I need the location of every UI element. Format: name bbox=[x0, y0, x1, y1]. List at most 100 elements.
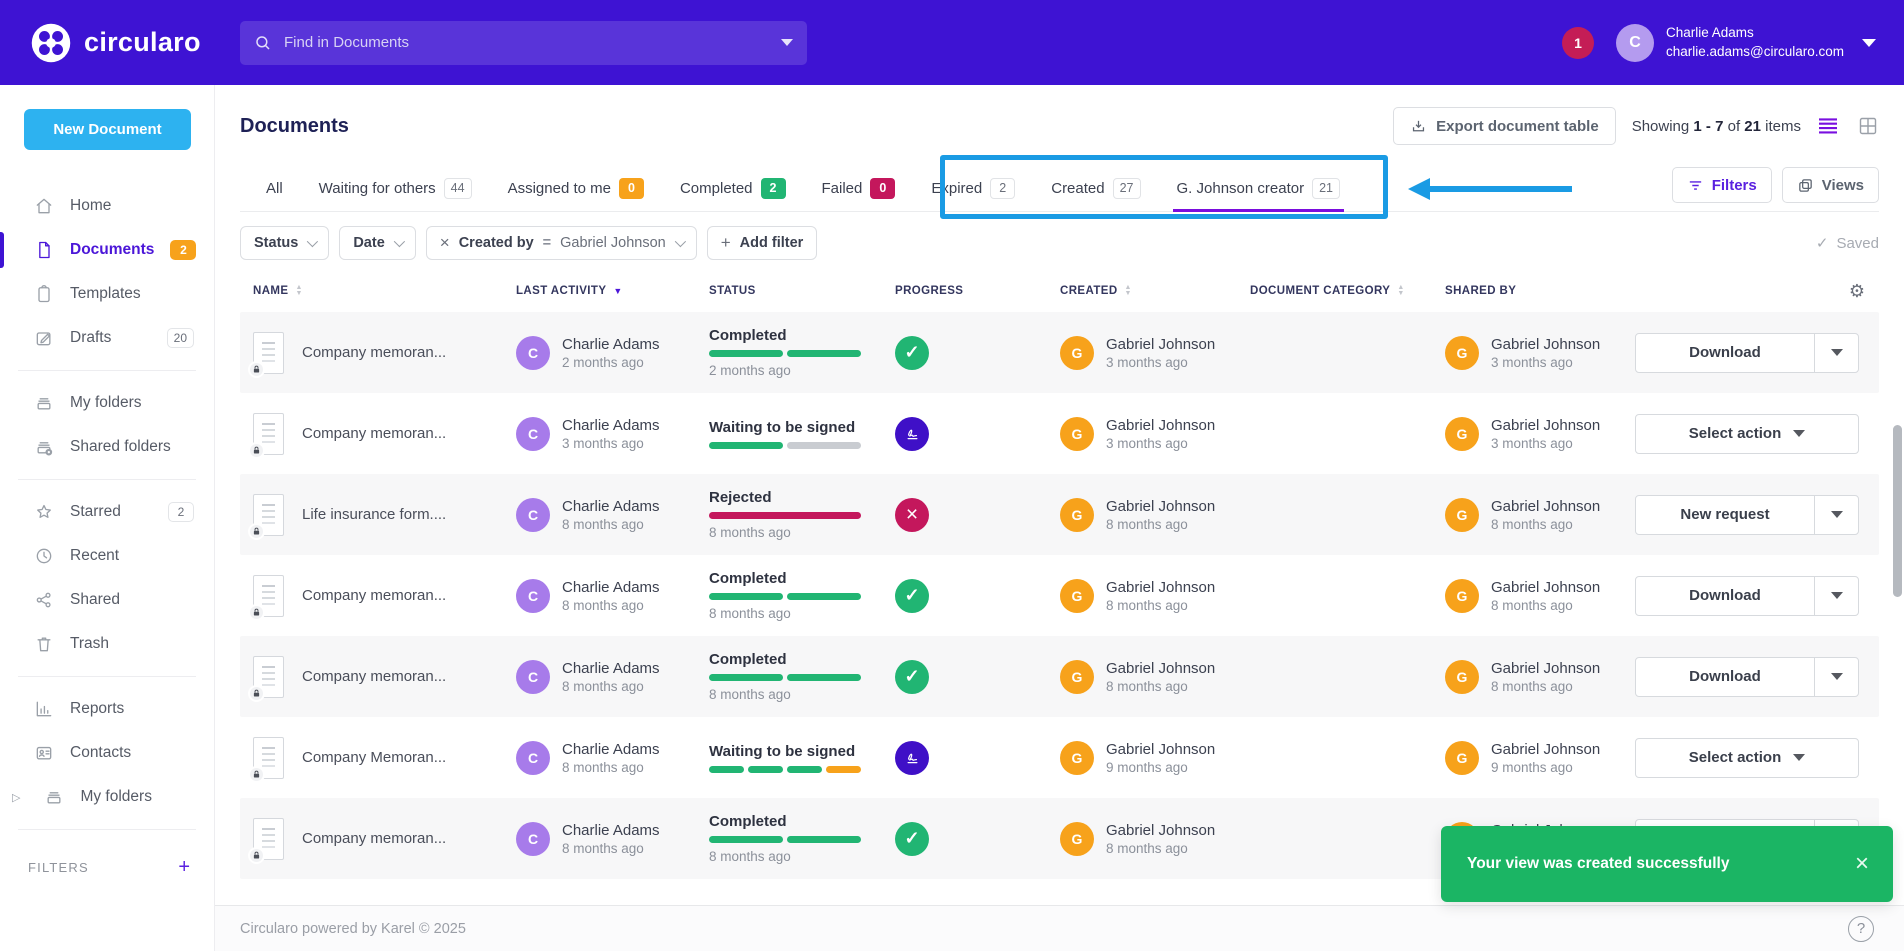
sort-icon[interactable]: ▼ bbox=[613, 286, 622, 296]
document-name[interactable]: Company memoran... bbox=[302, 425, 446, 442]
sidebar-item-trash[interactable]: ▷ Trash bbox=[0, 622, 214, 666]
table-row[interactable]: Company memoran... C Charlie Adams 2 mon… bbox=[240, 312, 1879, 393]
circularo-logo-icon bbox=[30, 22, 72, 64]
tab-assigned-to-me[interactable]: Assigned to me 0 bbox=[508, 165, 644, 211]
action-dropdown-caret-icon[interactable] bbox=[1793, 754, 1805, 761]
action-button[interactable]: Download bbox=[1635, 576, 1859, 616]
brand[interactable]: circularo bbox=[0, 22, 215, 64]
sort-icon[interactable]: ▲▼ bbox=[295, 285, 302, 297]
document-name[interactable]: Life insurance form.... bbox=[302, 506, 446, 523]
table-row[interactable]: Company memoran... C Charlie Adams 8 mon… bbox=[240, 555, 1879, 636]
sidebar-item-label: Shared bbox=[70, 591, 194, 609]
expand-chevron-icon[interactable]: ▷ bbox=[12, 791, 20, 804]
action-button[interactable]: Select action bbox=[1635, 414, 1859, 454]
shared-by-cell: G Gabriel Johnson 8 months ago bbox=[1432, 660, 1622, 694]
sidebar-item-starred[interactable]: ▷ Starred 2 bbox=[0, 490, 214, 534]
sort-icon[interactable]: ▲▼ bbox=[1397, 285, 1404, 297]
add-filter-button[interactable]: + Add filter bbox=[707, 226, 818, 260]
tab-waiting-for-others[interactable]: Waiting for others 44 bbox=[319, 165, 472, 211]
list-view-icon[interactable] bbox=[1817, 115, 1839, 137]
help-button[interactable]: ? bbox=[1848, 916, 1874, 942]
sort-icon[interactable]: ▲▼ bbox=[1125, 285, 1132, 297]
remove-filter-icon[interactable]: × bbox=[440, 233, 450, 253]
column-header-name[interactable]: NAME ▲▼ bbox=[240, 285, 503, 297]
sidebar-item-drafts[interactable]: ▷ Drafts 20 bbox=[0, 316, 214, 360]
sidebar-item-my-folders[interactable]: ▷ My folders bbox=[0, 381, 214, 425]
folder-icon bbox=[34, 393, 54, 413]
tab-g-johnson-creator[interactable]: G. Johnson creator 21 bbox=[1177, 165, 1340, 211]
export-document-table-button[interactable]: Export document table bbox=[1393, 107, 1616, 145]
action-dropdown-caret-icon[interactable] bbox=[1831, 673, 1843, 680]
sidebar-item-label: Shared folders bbox=[70, 438, 194, 456]
notification-badge[interactable]: 1 bbox=[1562, 27, 1594, 59]
tab-created[interactable]: Created 27 bbox=[1051, 165, 1140, 211]
sidebar-item-shared-folders[interactable]: ▷ Shared folders bbox=[0, 425, 214, 469]
action-dropdown-caret-icon[interactable] bbox=[1793, 430, 1805, 437]
table-row[interactable]: Company memoran... C Charlie Adams 8 mon… bbox=[240, 636, 1879, 717]
created-by-filter-chip[interactable]: × Created by = Gabriel Johnson bbox=[426, 226, 697, 260]
sidebar-item-label: My folders bbox=[70, 394, 194, 412]
success-toast: Your view was created successfully × bbox=[1441, 826, 1893, 902]
column-header-document-category[interactable]: DOCUMENT CATEGORY ▲▼ bbox=[1237, 285, 1432, 297]
sidebar-item-my-folders[interactable]: ▷ My folders bbox=[0, 775, 214, 819]
document-name[interactable]: Company memoran... bbox=[302, 830, 446, 847]
toast-close-icon[interactable]: × bbox=[1855, 852, 1869, 876]
tab-failed[interactable]: Failed 0 bbox=[822, 165, 896, 211]
vertical-scrollbar[interactable] bbox=[1893, 425, 1902, 597]
filters-button[interactable]: Filters bbox=[1672, 167, 1772, 203]
document-name[interactable]: Company memoran... bbox=[302, 587, 446, 604]
action-dropdown-caret-icon[interactable] bbox=[1831, 511, 1843, 518]
search-scope-chevron-icon[interactable] bbox=[781, 39, 793, 46]
sidebar-item-templates[interactable]: ▷ Templates bbox=[0, 272, 214, 316]
user-menu[interactable]: C Charlie Adams charlie.adams@circularo.… bbox=[1616, 24, 1876, 62]
table-row[interactable]: Company memoran... C Charlie Adams 3 mon… bbox=[240, 393, 1879, 474]
tab-expired[interactable]: Expired 2 bbox=[931, 165, 1015, 211]
action-button[interactable]: Select action bbox=[1635, 738, 1859, 778]
signature-icon bbox=[895, 741, 929, 775]
status-time: 8 months ago bbox=[709, 525, 791, 540]
date-filter-dropdown[interactable]: Date bbox=[339, 226, 415, 260]
table-row[interactable]: Company Memoran... C Charlie Adams 8 mon… bbox=[240, 717, 1879, 798]
column-header-last-activity[interactable]: LAST ACTIVITY ▼ bbox=[503, 285, 696, 297]
column-header-shared-by[interactable]: SHARED BY bbox=[1432, 285, 1622, 297]
tab-all[interactable]: All bbox=[266, 165, 283, 211]
avatar: G bbox=[1060, 660, 1094, 694]
action-button[interactable]: Download bbox=[1635, 333, 1859, 373]
drafts-icon bbox=[34, 328, 54, 348]
column-header-status[interactable]: STATUS bbox=[696, 285, 882, 297]
column-header-created[interactable]: CREATED ▲▼ bbox=[1047, 285, 1237, 297]
user-menu-chevron-icon[interactable] bbox=[1862, 39, 1876, 47]
add-filter-plus-icon[interactable]: + bbox=[178, 856, 190, 879]
tab-completed[interactable]: Completed 2 bbox=[680, 165, 786, 211]
column-settings-gear-icon[interactable]: ⚙ bbox=[1849, 281, 1879, 302]
action-dropdown-caret-icon[interactable] bbox=[1831, 592, 1843, 599]
toast-message: Your view was created successfully bbox=[1467, 855, 1855, 873]
sidebar-item-reports[interactable]: ▷ Reports bbox=[0, 687, 214, 731]
grid-view-icon[interactable] bbox=[1857, 115, 1879, 137]
sidebar-item-documents[interactable]: ▷ Documents 2 bbox=[0, 228, 214, 272]
new-document-button[interactable]: New Document bbox=[24, 109, 191, 150]
action-button[interactable]: Download bbox=[1635, 657, 1859, 697]
action-button[interactable]: New request bbox=[1635, 495, 1859, 535]
sidebar-item-home[interactable]: ▷ Home bbox=[0, 184, 214, 228]
document-name[interactable]: Company Memoran... bbox=[302, 749, 446, 766]
document-thumbnail-icon bbox=[253, 737, 284, 779]
signature-icon bbox=[895, 417, 929, 451]
action-dropdown-caret-icon[interactable] bbox=[1831, 349, 1843, 356]
avatar: G bbox=[1060, 822, 1094, 856]
document-name[interactable]: Company memoran... bbox=[302, 344, 446, 361]
sidebar-item-contacts[interactable]: ▷ Contacts bbox=[0, 731, 214, 775]
views-button[interactable]: Views bbox=[1782, 167, 1879, 203]
global-search[interactable] bbox=[240, 21, 807, 65]
sidebar: New Document ▷ Home ▷ Documents 2 ▷ Temp… bbox=[0, 85, 215, 951]
status-filter-dropdown[interactable]: Status bbox=[240, 226, 329, 260]
document-name[interactable]: Company memoran... bbox=[302, 668, 446, 685]
sidebar-item-badge: 2 bbox=[170, 240, 196, 260]
sidebar-item-label: Trash bbox=[70, 635, 194, 653]
sidebar-item-shared[interactable]: ▷ Shared bbox=[0, 578, 214, 622]
table-row[interactable]: Life insurance form.... C Charlie Adams … bbox=[240, 474, 1879, 555]
column-header-progress[interactable]: PROGRESS bbox=[882, 285, 1047, 297]
search-input[interactable] bbox=[284, 34, 769, 51]
sidebar-item-recent[interactable]: ▷ Recent bbox=[0, 534, 214, 578]
shared-by-cell: G Gabriel Johnson 9 months ago bbox=[1432, 741, 1622, 775]
